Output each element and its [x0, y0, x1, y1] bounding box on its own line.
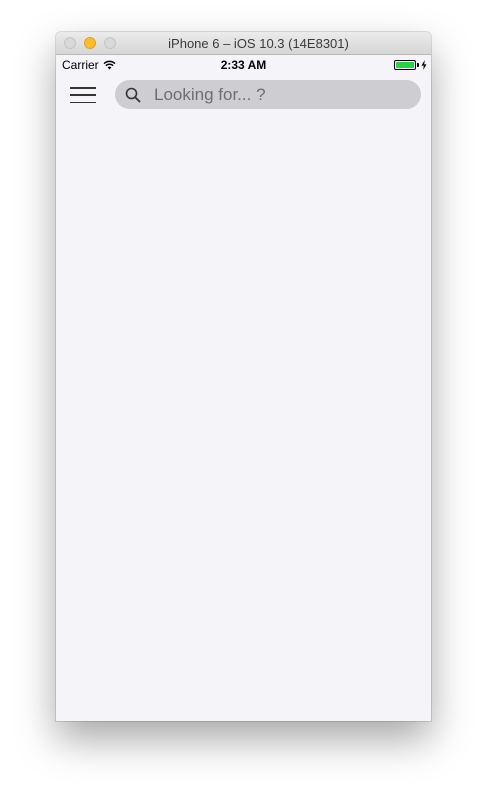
- zoom-window-button[interactable]: [104, 37, 116, 49]
- navigation-bar: [56, 75, 431, 115]
- search-icon: [125, 87, 141, 102]
- ios-status-bar: Carrier 2:33 AM: [56, 55, 431, 75]
- status-time: 2:33 AM: [220, 58, 267, 72]
- minimize-window-button[interactable]: [84, 37, 96, 49]
- menu-line: [70, 87, 96, 89]
- window-controls: [64, 37, 116, 49]
- hamburger-menu-icon[interactable]: [70, 84, 98, 106]
- menu-line: [70, 94, 96, 96]
- battery-tip: [417, 63, 419, 67]
- simulator-window: iPhone 6 – iOS 10.3 (14E8301) Carrier 2:…: [56, 32, 431, 721]
- window-titlebar[interactable]: iPhone 6 – iOS 10.3 (14E8301): [56, 32, 431, 55]
- search-input[interactable]: [154, 84, 394, 105]
- main-content-area: [56, 115, 431, 721]
- battery-icon: [394, 60, 416, 70]
- charging-bolt-icon: [421, 60, 427, 70]
- battery-level: [396, 62, 414, 68]
- close-window-button[interactable]: [64, 37, 76, 49]
- battery-indicator: [394, 60, 427, 70]
- menu-line: [70, 101, 96, 103]
- search-bar[interactable]: [115, 80, 421, 109]
